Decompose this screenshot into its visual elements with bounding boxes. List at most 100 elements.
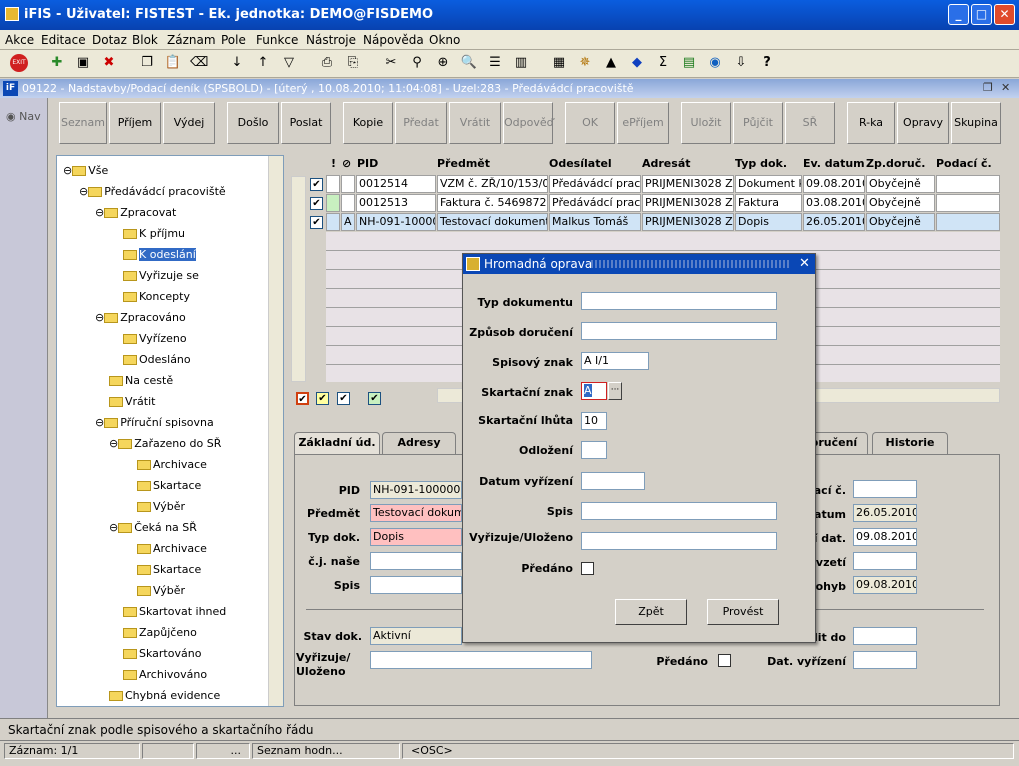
save-icon[interactable]: ▣ <box>74 54 92 72</box>
rka-button[interactable]: R-ka <box>847 102 895 144</box>
tree-node-predavadci[interactable]: ⊖ Předávádcí pracoviště <box>79 185 226 198</box>
cell-adresat[interactable]: PRIJMENI3028 Zde <box>642 194 734 212</box>
tree-node-vse[interactable]: ⊖ Vše <box>63 164 108 177</box>
sum-icon[interactable]: Σ <box>654 54 672 72</box>
tree-icon[interactable]: ⚲ <box>408 54 426 72</box>
close-button[interactable]: ✕ <box>994 4 1015 25</box>
minimize-button[interactable]: _ <box>948 4 969 25</box>
poslat-button[interactable]: Poslat <box>281 102 331 144</box>
menu-okno[interactable]: Okno <box>429 33 460 47</box>
menu-zaznam[interactable]: Záznam <box>167 33 216 47</box>
col-header-ev-datum[interactable]: Ev. datum <box>803 157 865 170</box>
col-header-podaci[interactable]: Podací č. <box>936 157 992 170</box>
cell-odesilatel[interactable]: Předávádcí pracov <box>549 194 641 212</box>
cell-typ[interactable]: Faktura <box>735 194 802 212</box>
cell-odesilatel[interactable]: Malkus Tomáš <box>549 213 641 231</box>
cell-flag[interactable] <box>326 213 340 231</box>
cell-flag[interactable] <box>326 194 340 212</box>
tree-node-vratit[interactable]: Vrátit <box>109 395 155 408</box>
triangle-icon[interactable]: ▲ <box>602 54 620 72</box>
dlg-field-typ[interactable] <box>581 292 777 310</box>
sr-button[interactable]: SŘ <box>785 102 835 144</box>
cell-typ[interactable]: Dopis <box>735 213 802 231</box>
maximize-button[interactable]: □ <box>971 4 992 25</box>
help-icon[interactable]: ? <box>758 54 776 72</box>
dlg-field-datumvyr[interactable] <box>581 472 645 490</box>
export-icon[interactable]: ⇩ <box>732 54 750 72</box>
cell-flag[interactable] <box>326 175 340 193</box>
grid-vscrollbar[interactable] <box>291 176 306 382</box>
cell-pid[interactable]: NH-091-100000 <box>356 213 436 231</box>
cell-podaci[interactable] <box>936 175 1000 193</box>
list-icon[interactable]: ☰ <box>486 54 504 72</box>
tree-node-vyber[interactable]: Výběr <box>137 500 185 513</box>
tree-scrollbar[interactable] <box>268 156 283 706</box>
tree-node-vyber-2[interactable]: Výběr <box>137 584 185 597</box>
print-preview-icon[interactable]: ⎘ <box>344 54 362 72</box>
cell-typ[interactable]: Dokument k V <box>735 175 802 193</box>
eprijem-button[interactable]: ePříjem <box>617 102 669 144</box>
cell-zp[interactable]: Obyčejně <box>866 213 935 231</box>
lov-button[interactable]: ··· <box>608 382 622 400</box>
dlg-field-odlozeni[interactable] <box>581 441 607 459</box>
dlg-field-vyrizuje[interactable] <box>581 532 777 550</box>
predat-button[interactable]: Předat <box>395 102 447 144</box>
zpet-button[interactable]: Zpět <box>615 599 687 625</box>
cell-zp[interactable]: Obyčejně <box>866 194 935 212</box>
col-header-odesilatel[interactable]: Odesílatel <box>549 157 612 170</box>
field-cj[interactable] <box>370 552 462 570</box>
tools-icon[interactable]: ✵ <box>576 54 594 72</box>
tree-node-k-prijmu[interactable]: K příjmu <box>123 227 185 240</box>
ulozit-button[interactable]: Uložit <box>681 102 731 144</box>
menu-dotaz[interactable]: Dotaz <box>92 33 127 47</box>
tab-zakladni[interactable]: Základní úd. <box>294 432 380 454</box>
tree-node-archivace-2[interactable]: Archivace <box>137 542 207 555</box>
cell-zp[interactable]: Obyčejně <box>866 175 935 193</box>
dialog-close-icon[interactable]: ✕ <box>799 256 810 271</box>
nav-toggle[interactable]: ◉ Nav <box>6 110 41 123</box>
cell-pid[interactable]: 0012514 <box>356 175 436 193</box>
field-predmet[interactable]: Testovací dokumen <box>370 504 462 522</box>
ok-button[interactable]: OK <box>565 102 615 144</box>
legend-checkbox-white[interactable]: ✔ <box>337 392 350 405</box>
dlg-checkbox-predano[interactable] <box>581 562 594 575</box>
delete-record-icon[interactable]: ✖ <box>100 54 118 72</box>
cell-attach[interactable]: A <box>341 213 355 231</box>
cell-predmet[interactable]: Testovací dokument - <box>437 213 548 231</box>
pujcit-button[interactable]: Půjčit <box>733 102 783 144</box>
tree-node-ceka-na-sr[interactable]: ⊖ Čeká na SŘ <box>109 521 197 534</box>
tree-node-archivace[interactable]: Archivace <box>137 458 207 471</box>
col-header-typ[interactable]: Typ dok. <box>735 157 787 170</box>
cell-datum[interactable]: 03.08.2010 <box>803 194 865 212</box>
odpoved-button[interactable]: Odpověď <box>503 102 554 144</box>
field-dat-vyrizeni[interactable] <box>853 651 917 669</box>
zoom-icon[interactable]: ⊕ <box>434 54 452 72</box>
dlg-field-zpusob[interactable] <box>581 322 777 340</box>
print-icon[interactable]: ⎙ <box>318 54 336 72</box>
dlg-field-spisznak[interactable]: A I/1 <box>581 352 649 370</box>
menu-editace[interactable]: Editace <box>41 33 86 47</box>
clear-icon[interactable]: ⌫ <box>190 54 208 72</box>
cell-adresat[interactable]: PRIJMENI3028 Zde <box>642 213 734 231</box>
tree-node-vyrizuje-se[interactable]: Vyřizuje se <box>123 269 199 282</box>
field-dit-do[interactable] <box>853 627 917 645</box>
globe-icon[interactable]: ◉ <box>706 54 724 72</box>
tree-node-zpracovano[interactable]: ⊖ Zpracováno <box>95 311 186 324</box>
cell-datum[interactable]: 26.05.2010 <box>803 213 865 231</box>
field-cidat[interactable]: 09.08.2010 <box>853 528 917 546</box>
dlg-field-skartznak[interactable]: A <box>581 382 607 400</box>
field-prevzeti[interactable] <box>853 552 917 570</box>
menu-akce[interactable]: Akce <box>5 33 34 47</box>
tab-adresy[interactable]: Adresy <box>382 432 456 454</box>
cell-datum[interactable]: 09.08.2010 <box>803 175 865 193</box>
col-header-predmet[interactable]: Předmět <box>437 157 490 170</box>
dlg-field-spis[interactable] <box>581 502 777 520</box>
row-checkbox[interactable]: ✔ <box>310 197 323 210</box>
tree-node-vyrizeno[interactable]: Vyřízeno <box>123 332 187 345</box>
menu-nastroje[interactable]: Nástroje <box>306 33 356 47</box>
checkbox-predano[interactable] <box>718 654 731 667</box>
row-checkbox[interactable]: ✔ <box>310 178 323 191</box>
field-datum[interactable]: 26.05.2010 <box>853 504 917 522</box>
tree-node-odeslano[interactable]: Odesláno <box>123 353 191 366</box>
cell-podaci[interactable] <box>936 194 1000 212</box>
